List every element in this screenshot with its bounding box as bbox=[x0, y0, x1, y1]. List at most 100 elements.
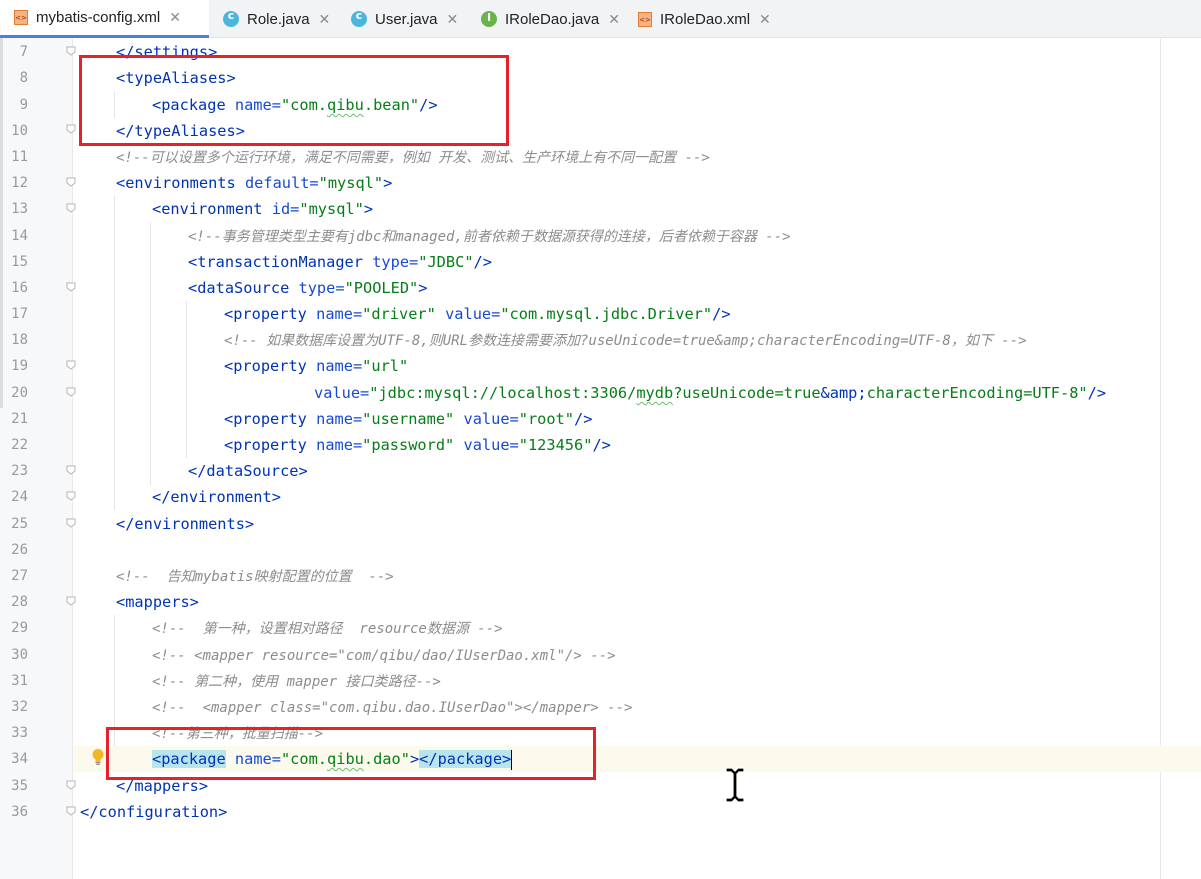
code-line-7[interactable]: </settings> bbox=[116, 39, 217, 65]
code-line-23[interactable]: </dataSource> bbox=[188, 458, 308, 484]
xml-file-icon bbox=[638, 11, 652, 27]
xml-file-icon bbox=[14, 10, 28, 25]
code-line-15[interactable]: <transactionManager type="JDBC"/> bbox=[188, 249, 492, 275]
line-number: 13 bbox=[11, 201, 28, 217]
code-line-20[interactable]: value="jdbc:mysql://localhost:3306/mydb?… bbox=[314, 380, 1106, 406]
editor-tab-bar: mybatis-config.xml ✕ Role.java ✕ User.ja… bbox=[0, 0, 1201, 38]
fold-start-icon[interactable] bbox=[66, 360, 76, 370]
indent-guide bbox=[114, 92, 115, 118]
code-line-8[interactable]: <typeAliases> bbox=[116, 65, 236, 91]
fold-end-icon[interactable] bbox=[66, 124, 76, 134]
line-number: 27 bbox=[11, 568, 28, 584]
code-line-19[interactable]: <property name="url" bbox=[224, 353, 408, 379]
line-number: 25 bbox=[11, 516, 28, 532]
close-icon[interactable]: ✕ bbox=[169, 9, 181, 26]
code-line-35[interactable]: </mappers> bbox=[116, 773, 208, 799]
fold-end-icon[interactable] bbox=[66, 518, 76, 528]
code-line-32[interactable]: <!-- <mapper class="com.qibu.dao.IUserDa… bbox=[152, 694, 632, 720]
line-number: 20 bbox=[11, 385, 28, 401]
line-number: 35 bbox=[11, 778, 28, 794]
fold-end-icon[interactable] bbox=[66, 491, 76, 501]
code-line-12[interactable]: <environments default="mysql"> bbox=[116, 170, 392, 196]
interface-icon bbox=[481, 11, 497, 27]
line-number: 26 bbox=[11, 542, 28, 558]
line-number: 33 bbox=[11, 725, 28, 741]
line-number: 24 bbox=[11, 489, 28, 505]
tab-label: mybatis-config.xml bbox=[36, 9, 161, 26]
class-icon bbox=[223, 9, 239, 27]
line-number: 9 bbox=[19, 97, 28, 113]
line-number: 18 bbox=[11, 332, 28, 348]
fold-end-icon[interactable] bbox=[66, 465, 76, 475]
close-icon[interactable]: ✕ bbox=[608, 11, 620, 28]
close-icon[interactable]: ✕ bbox=[319, 11, 331, 28]
code-line-22[interactable]: <property name="password" value="123456"… bbox=[224, 432, 611, 458]
indent-guide bbox=[150, 223, 151, 485]
line-number: 32 bbox=[11, 699, 28, 715]
line-number: 11 bbox=[11, 149, 28, 165]
code-line-25[interactable]: </environments> bbox=[116, 511, 254, 537]
line-number: 21 bbox=[11, 411, 28, 427]
code-line-27[interactable]: <!-- 告知mybatis映射配置的位置 --> bbox=[116, 563, 394, 589]
code-line-28[interactable]: <mappers> bbox=[116, 589, 199, 615]
code-line-14[interactable]: <!--事务管理类型主要有jdbc和managed,前者依赖于数据源获得的连接，… bbox=[188, 223, 791, 249]
code-line-18[interactable]: <!-- 如果数据库设置为UTF-8,则URL参数连接需要添加?useUnico… bbox=[224, 327, 1027, 353]
fold-start-icon[interactable] bbox=[66, 203, 76, 213]
code-line-31[interactable]: <!-- 第二种，使用 mapper 接口类路径--> bbox=[152, 668, 441, 694]
line-number: 29 bbox=[11, 620, 28, 636]
close-icon[interactable]: ✕ bbox=[447, 11, 459, 28]
code-line-9[interactable]: <package name="com.qibu.bean"/> bbox=[152, 92, 438, 118]
tab-mybatis-config-xml[interactable]: mybatis-config.xml ✕ bbox=[0, 0, 209, 38]
tab-label: IRoleDao.java bbox=[505, 10, 600, 28]
fold-end-icon[interactable] bbox=[66, 806, 76, 816]
tab-user-java[interactable]: User.java ✕ bbox=[337, 0, 467, 38]
indent-guide bbox=[114, 196, 115, 510]
code-line-33[interactable]: <!--第三种，批量扫描--> bbox=[152, 720, 323, 746]
line-number: 23 bbox=[11, 463, 28, 479]
line-number: 8 bbox=[19, 70, 28, 86]
line-number: 10 bbox=[11, 123, 28, 139]
fold-start-icon[interactable] bbox=[66, 596, 76, 606]
line-number: 16 bbox=[11, 280, 28, 296]
line-number: 12 bbox=[11, 175, 28, 191]
text-cursor-icon bbox=[724, 766, 746, 804]
class-icon bbox=[351, 9, 367, 27]
text-caret bbox=[511, 749, 513, 770]
tab-iroledao-java[interactable]: IRoleDao.java ✕ bbox=[467, 0, 624, 38]
line-number: 22 bbox=[11, 437, 28, 453]
fold-start-icon[interactable] bbox=[66, 282, 76, 292]
code-line-11[interactable]: <!--可以设置多个运行环境，满足不同需要，例如 开发、测试、生产环境上有不同一… bbox=[116, 144, 710, 170]
line-number: 28 bbox=[11, 594, 28, 610]
code-line-17[interactable]: <property name="driver" value="com.mysql… bbox=[224, 301, 731, 327]
tab-label: User.java bbox=[375, 10, 438, 28]
tab-role-java[interactable]: Role.java ✕ bbox=[209, 0, 337, 38]
code-line-29[interactable]: <!-- 第一种，设置相对路径 resource数据源 --> bbox=[152, 615, 503, 641]
line-number: 17 bbox=[11, 306, 28, 322]
close-icon[interactable]: ✕ bbox=[759, 11, 771, 28]
fold-end-icon[interactable] bbox=[66, 387, 76, 397]
lightbulb-icon[interactable] bbox=[91, 748, 105, 766]
code-line-10[interactable]: </typeAliases> bbox=[116, 118, 245, 144]
code-line-30[interactable]: <!-- <mapper resource="com/qibu/dao/IUse… bbox=[152, 642, 616, 668]
line-number: 7 bbox=[19, 44, 28, 60]
line-number: 31 bbox=[11, 673, 28, 689]
code-line-24[interactable]: </environment> bbox=[152, 484, 281, 510]
code-line-16[interactable]: <dataSource type="POOLED"> bbox=[188, 275, 427, 301]
tab-label: Role.java bbox=[247, 10, 310, 28]
indent-guide bbox=[186, 301, 187, 458]
line-number: 34 bbox=[11, 751, 28, 767]
line-number: 36 bbox=[11, 804, 28, 820]
code-line-13[interactable]: <environment id="mysql"> bbox=[152, 196, 373, 222]
line-number: 14 bbox=[11, 228, 28, 244]
line-number: 30 bbox=[11, 647, 28, 663]
code-line-21[interactable]: <property name="username" value="root"/> bbox=[224, 406, 592, 432]
line-number: 15 bbox=[11, 254, 28, 270]
line-number: 19 bbox=[11, 358, 28, 374]
fold-end-icon[interactable] bbox=[66, 780, 76, 790]
fold-start-icon[interactable] bbox=[66, 177, 76, 187]
code-line-34-current[interactable]: <package name="com.qibu.dao"></package> bbox=[73, 746, 1201, 772]
tab-label: IRoleDao.xml bbox=[660, 10, 751, 28]
code-line-36[interactable]: </configuration> bbox=[80, 799, 227, 825]
tab-iroledao-xml[interactable]: IRoleDao.xml ✕ bbox=[624, 0, 782, 38]
fold-end-icon[interactable] bbox=[66, 46, 76, 56]
